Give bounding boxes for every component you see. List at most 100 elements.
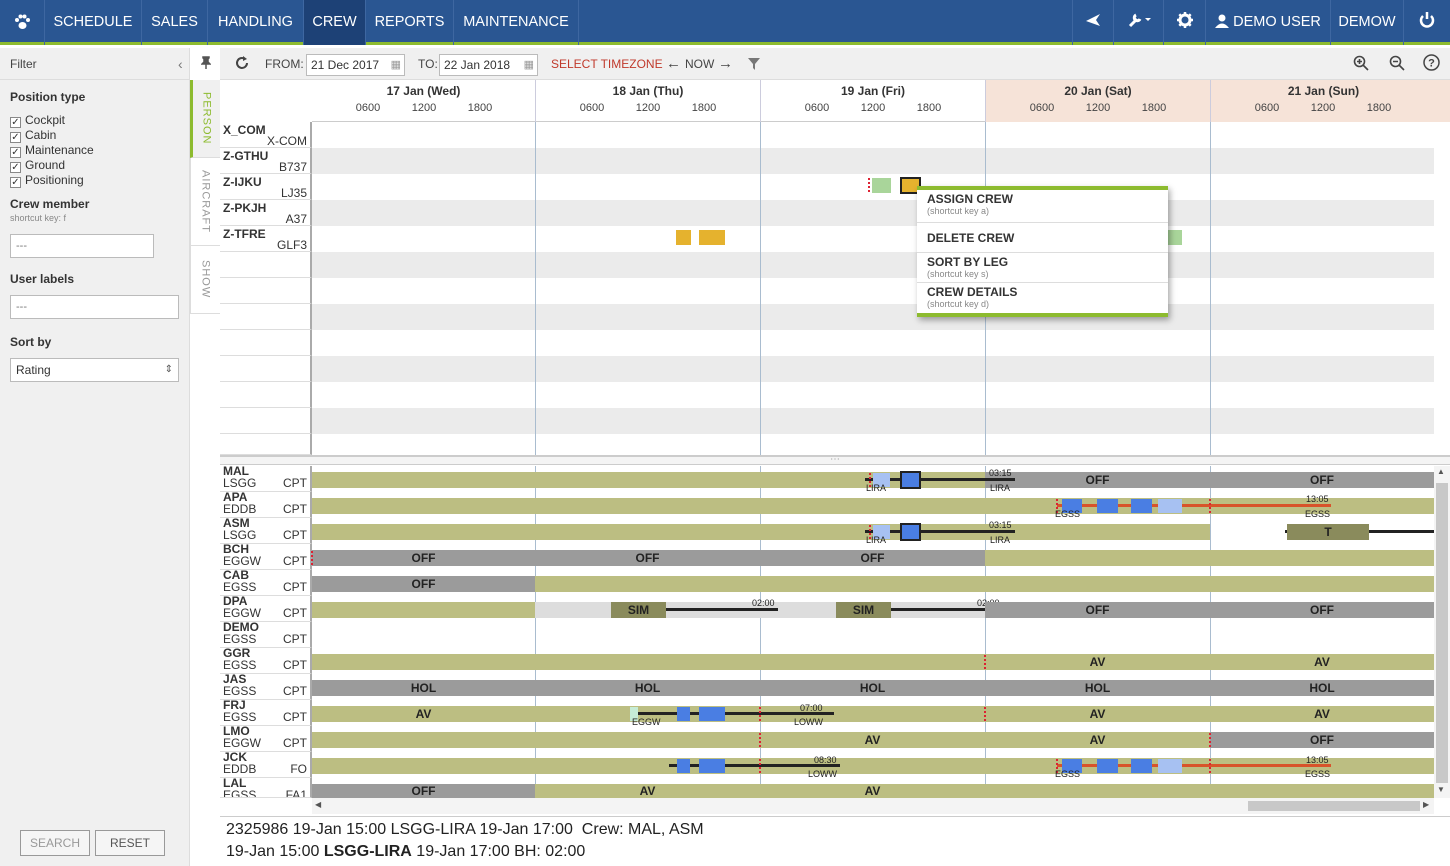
- checkbox-maintenance[interactable]: ✓ Maintenance: [10, 143, 94, 158]
- availability-bar[interactable]: [312, 654, 985, 670]
- flight-bar[interactable]: [872, 178, 891, 193]
- flight-leg[interactable]: [1097, 499, 1118, 513]
- prev-arrow-icon[interactable]: ←: [666, 48, 681, 80]
- off-duty-bar[interactable]: OFF: [985, 602, 1210, 618]
- refresh-icon[interactable]: [234, 48, 250, 80]
- sort-by-select[interactable]: Rating ⇕: [10, 358, 179, 382]
- pin-icon[interactable]: [200, 48, 212, 80]
- scroll-thumb[interactable]: [1436, 483, 1448, 783]
- scroll-left-icon[interactable]: ◀: [315, 800, 321, 809]
- collapse-chevron-icon[interactable]: ‹: [178, 48, 183, 80]
- scroll-down-icon[interactable]: ▼: [1437, 785, 1445, 794]
- aircraft-row[interactable]: Z-TFRE GLF3: [220, 226, 1434, 252]
- availability-bar[interactable]: AV: [760, 732, 985, 748]
- off-duty-bar[interactable]: OFF: [1210, 472, 1434, 488]
- off-duty-bar[interactable]: OFF: [312, 550, 535, 566]
- flight-bar[interactable]: [699, 230, 725, 245]
- help-icon[interactable]: ?: [1423, 48, 1440, 80]
- select-timezone-link[interactable]: SELECT TIMEZONE: [551, 48, 663, 80]
- flight-leg-selected[interactable]: [900, 523, 921, 541]
- availability-bar[interactable]: AV: [312, 706, 535, 722]
- tab-person[interactable]: PERSON: [190, 80, 220, 158]
- flight-leg[interactable]: [1131, 499, 1152, 513]
- pane-splitter[interactable]: ⋯: [220, 454, 1450, 465]
- availability-bar[interactable]: [312, 602, 535, 618]
- holiday-bar[interactable]: HOL: [312, 680, 535, 696]
- nav-maintenance[interactable]: MAINTENANCE: [454, 0, 579, 45]
- wrench-dropdown-icon[interactable]: [1114, 0, 1164, 45]
- flight-leg-selected[interactable]: [900, 471, 921, 489]
- user-menu[interactable]: DEMO USER: [1206, 0, 1331, 45]
- flight-leg[interactable]: [677, 707, 690, 721]
- aircraft-row[interactable]: Z-PKJH A37: [220, 200, 1434, 226]
- nav-sales[interactable]: SALES: [142, 0, 208, 45]
- availability-bar[interactable]: AV: [985, 732, 1210, 748]
- reset-button[interactable]: RESET: [95, 830, 165, 856]
- crew-row[interactable]: DEMO EGSS CPT: [220, 621, 1434, 648]
- off-duty-bar[interactable]: OFF: [1210, 602, 1434, 618]
- availability-bar[interactable]: AV: [985, 654, 1210, 670]
- plane-icon[interactable]: [1072, 0, 1114, 45]
- now-button[interactable]: NOW: [685, 48, 714, 80]
- from-date-input[interactable]: 21 Dec 2017 ▦: [306, 54, 405, 76]
- simulator-duty-bar[interactable]: SIM: [836, 602, 891, 618]
- aircraft-row[interactable]: X_COM X-COM: [220, 122, 1434, 148]
- company-menu[interactable]: DEMOW: [1331, 0, 1404, 45]
- flight-bar[interactable]: [1168, 230, 1182, 245]
- off-duty-bar[interactable]: OFF: [985, 472, 1210, 488]
- flight-bar[interactable]: [676, 230, 691, 245]
- nav-crew[interactable]: CREW: [304, 0, 366, 45]
- off-duty-bar[interactable]: OFF: [312, 784, 535, 798]
- flight-leg[interactable]: [699, 707, 725, 721]
- menu-item-crew-details[interactable]: CREW DETAILS (shortcut key d): [917, 283, 1168, 313]
- next-arrow-icon[interactable]: →: [718, 48, 733, 80]
- training-duty-bar[interactable]: T: [1287, 524, 1369, 540]
- checkbox-cabin[interactable]: ✓ Cabin: [10, 128, 56, 143]
- filter-funnel-icon[interactable]: [748, 48, 760, 80]
- availability-bar[interactable]: [985, 550, 1434, 566]
- search-button[interactable]: SEARCH: [20, 830, 90, 856]
- holiday-bar[interactable]: HOL: [760, 680, 985, 696]
- holiday-bar[interactable]: HOL: [535, 680, 760, 696]
- menu-item-sort-by-leg[interactable]: SORT BY LEG (shortcut key s): [917, 253, 1168, 283]
- flight-leg[interactable]: [699, 759, 725, 773]
- availability-bar[interactable]: [312, 732, 760, 748]
- flight-leg[interactable]: [1158, 759, 1182, 773]
- off-duty-bar[interactable]: OFF: [1210, 732, 1434, 748]
- availability-bar[interactable]: AV: [535, 784, 760, 798]
- availability-bar[interactable]: AV: [985, 706, 1210, 722]
- user-labels-input[interactable]: ---: [10, 295, 179, 319]
- flight-leg[interactable]: [1158, 499, 1182, 513]
- zoom-out-icon[interactable]: [1389, 48, 1405, 80]
- aircraft-row[interactable]: Z-IJKU LJ35: [220, 174, 1434, 200]
- off-duty-bar[interactable]: OFF: [535, 550, 760, 566]
- holiday-bar[interactable]: HOL: [985, 680, 1210, 696]
- vertical-scrollbar[interactable]: ▲ ▼: [1434, 466, 1450, 798]
- checkbox-positioning[interactable]: ✓ Positioning: [10, 173, 84, 188]
- menu-item-delete-crew[interactable]: DELETE CREW: [917, 223, 1168, 253]
- paw-logo-icon[interactable]: [0, 0, 45, 45]
- nav-reports[interactable]: REPORTS: [366, 0, 454, 45]
- availability-bar[interactable]: AV: [1210, 706, 1434, 722]
- zoom-in-icon[interactable]: [1353, 48, 1369, 80]
- scroll-thumb[interactable]: [1248, 801, 1420, 811]
- crew-member-input[interactable]: ---: [10, 234, 154, 258]
- flight-leg[interactable]: [1097, 759, 1118, 773]
- tab-aircraft[interactable]: AIRCRAFT: [190, 158, 220, 246]
- aircraft-row[interactable]: Z-GTHU B737: [220, 148, 1434, 174]
- settings-gear-icon[interactable]: [1164, 0, 1206, 45]
- scroll-right-icon[interactable]: ▶: [1423, 800, 1429, 809]
- off-duty-bar[interactable]: OFF: [760, 550, 985, 566]
- nav-handling[interactable]: HANDLING: [208, 0, 304, 45]
- off-duty-bar[interactable]: OFF: [312, 576, 535, 592]
- holiday-bar[interactable]: HOL: [1210, 680, 1434, 696]
- checkbox-ground[interactable]: ✓ Ground: [10, 158, 65, 173]
- nav-schedule[interactable]: SCHEDULE: [45, 0, 142, 45]
- flight-leg[interactable]: [677, 759, 690, 773]
- flight-leg[interactable]: [1131, 759, 1152, 773]
- availability-bar[interactable]: AV: [760, 784, 985, 798]
- scroll-up-icon[interactable]: ▲: [1437, 467, 1445, 476]
- tab-show[interactable]: SHOW: [190, 246, 220, 314]
- availability-bar[interactable]: [535, 576, 1434, 592]
- simulator-duty-bar[interactable]: SIM: [611, 602, 666, 618]
